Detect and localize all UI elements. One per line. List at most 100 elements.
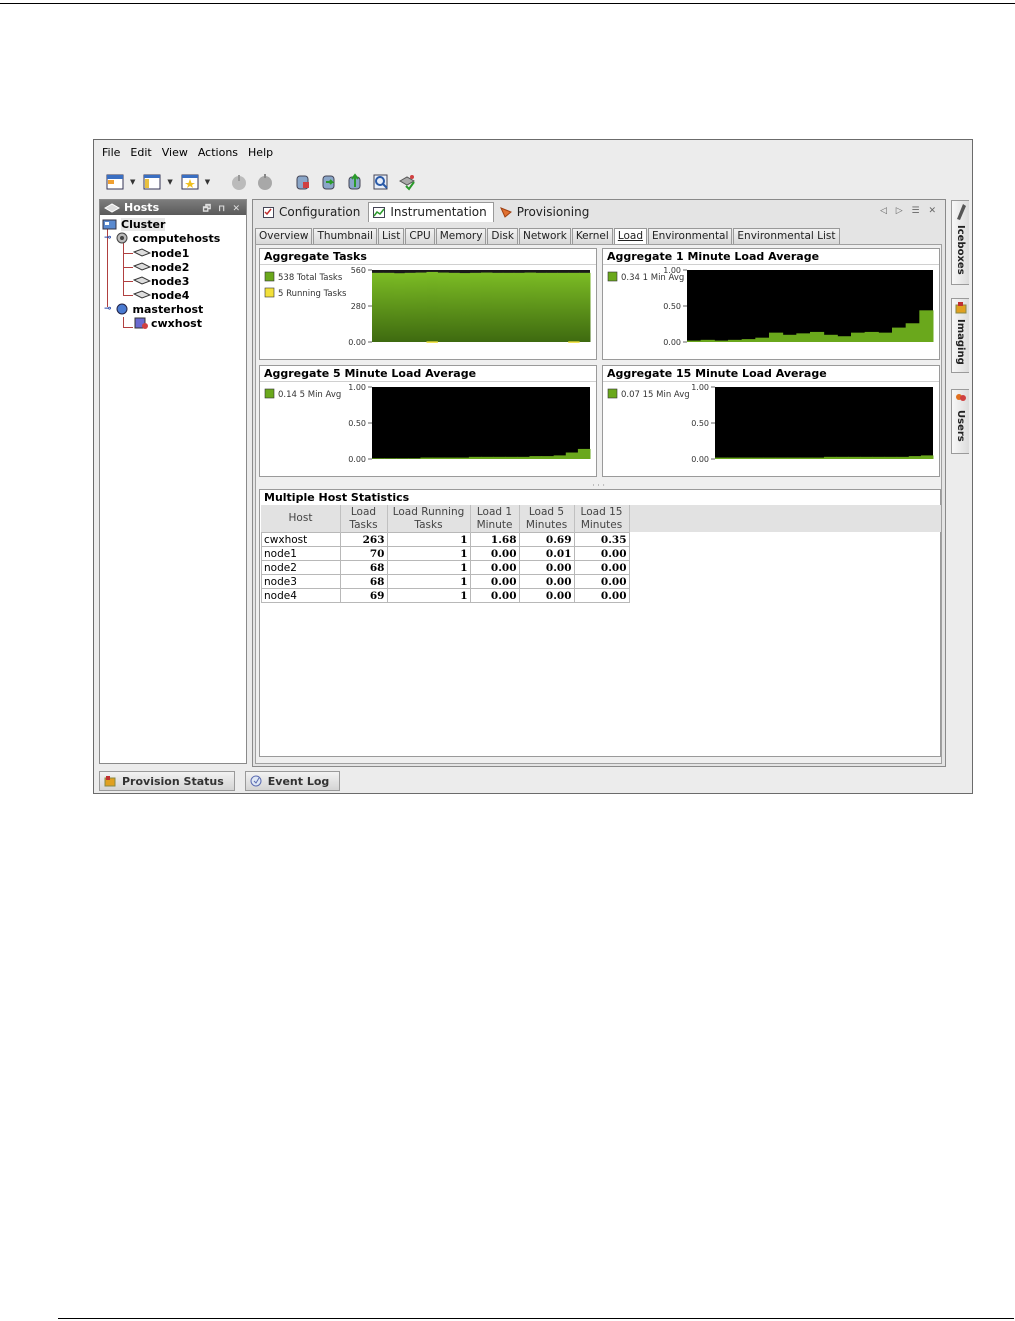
column-header[interactable]: Load 15 Minutes xyxy=(574,505,630,533)
host-icon xyxy=(104,202,120,213)
series-bar xyxy=(823,334,838,342)
tree-item-node2[interactable]: node2 xyxy=(133,260,189,274)
host-stats-table: Host Load Tasks Load Running Tasks Load 1 Minu… xyxy=(261,505,630,603)
legend-swatch xyxy=(264,271,275,282)
chevron-down-icon[interactable]: ▼ xyxy=(130,178,135,186)
tree-item-cwxhost[interactable]: cwxhost xyxy=(133,316,202,330)
column-header[interactable]: Load 5 Minutes xyxy=(519,505,575,533)
series-bar xyxy=(727,457,740,459)
host-cell: node1 xyxy=(261,546,341,561)
menu-actions[interactable]: Actions xyxy=(198,146,238,159)
series-bar xyxy=(529,456,543,459)
power-button[interactable] xyxy=(228,172,250,192)
search-button[interactable] xyxy=(370,172,392,192)
icebox-icon xyxy=(957,204,966,220)
series-bar xyxy=(848,456,861,459)
bottom-tab-bar: Provision Status Event Log xyxy=(99,771,350,791)
wizard-button[interactable] xyxy=(396,172,418,192)
upload-button[interactable] xyxy=(344,172,366,192)
series-bar xyxy=(565,452,579,459)
series-bar xyxy=(836,456,849,459)
subtab-kernel[interactable]: Kernel xyxy=(571,228,613,244)
tree-item-node3[interactable]: node3 xyxy=(133,274,189,288)
search-icon xyxy=(373,174,388,190)
tab-event-log[interactable]: Event Log xyxy=(244,771,341,791)
menu-file[interactable]: File xyxy=(102,146,120,159)
series-bar xyxy=(755,337,770,342)
new-window-button[interactable] xyxy=(104,172,126,192)
table-row[interactable]: node1 70 1 0.00 0.01 0.00 xyxy=(261,546,630,561)
column-header[interactable]: Load Running Tasks xyxy=(387,505,471,533)
subtab-cpu[interactable]: CPU xyxy=(405,228,435,244)
series-bar xyxy=(799,457,813,459)
subtab-load[interactable]: Load xyxy=(613,228,648,244)
column-header[interactable]: Load 1 Minute xyxy=(470,505,520,533)
series-bar xyxy=(372,458,385,459)
stat-cell: 0.00 xyxy=(469,560,520,575)
series-bar xyxy=(782,334,797,342)
stat-cell: 0.00 xyxy=(469,588,520,603)
series-bar xyxy=(700,339,715,342)
layout-button[interactable] xyxy=(141,172,163,192)
star-window-icon xyxy=(181,174,199,190)
tree-item-computehosts[interactable]: ⊸ computehosts xyxy=(104,231,220,245)
stat-cell: 0.01 xyxy=(518,546,575,561)
stat-cell: 1.68 xyxy=(469,532,520,547)
subtab-environmental[interactable]: Environmental xyxy=(648,228,733,244)
expand-toggle-icon[interactable]: ⊸ xyxy=(104,233,112,243)
subtab-network[interactable]: Network xyxy=(518,228,571,244)
view-nav-controls[interactable]: ◁ ▷ ☰ ✕ xyxy=(880,206,939,216)
subtab-thumbnail[interactable]: Thumbnail xyxy=(313,228,377,244)
series-bar xyxy=(384,458,397,459)
node-icon xyxy=(133,262,151,271)
tree-item-node1[interactable]: node1 xyxy=(133,246,189,260)
chevron-down-icon[interactable]: ▼ xyxy=(205,178,210,186)
tab-provision-status[interactable]: Provision Status xyxy=(99,771,235,791)
tree-item-cluster[interactable]: Cluster xyxy=(102,217,166,231)
menu-bar: File Edit View Actions Help xyxy=(94,140,972,165)
table-row[interactable]: node4 69 1 0.00 0.00 0.00 xyxy=(261,588,630,603)
stat-cell: 0.00 xyxy=(518,588,575,603)
series-bar xyxy=(437,272,449,342)
subtab-overview[interactable]: Overview xyxy=(255,228,313,244)
table-row[interactable]: cwxhost 263 1 1.68 0.69 0.35 xyxy=(261,532,630,547)
column-header[interactable]: Load Tasks xyxy=(340,505,388,533)
menu-help[interactable]: Help xyxy=(248,146,273,159)
subtab-memory[interactable]: Memory xyxy=(435,228,487,244)
side-tab-iceboxes[interactable]: Iceboxes xyxy=(951,200,969,285)
tab-configuration[interactable]: Configuration xyxy=(259,203,366,222)
subtab-disk[interactable]: Disk xyxy=(487,228,518,244)
series-bar xyxy=(396,458,409,459)
subtab-list[interactable]: List xyxy=(377,228,405,244)
stat-cell: 0.00 xyxy=(518,560,575,575)
menu-edit[interactable]: Edit xyxy=(130,146,151,159)
series-bar xyxy=(535,272,547,342)
series-bar xyxy=(908,456,922,459)
tree-item-node4[interactable]: node4 xyxy=(133,288,189,302)
chevron-down-icon[interactable]: ▼ xyxy=(167,178,172,186)
subtab-environmental-list[interactable]: Environmental List xyxy=(733,228,840,244)
menu-view[interactable]: View xyxy=(162,146,188,159)
favorites-button[interactable] xyxy=(179,172,201,192)
checklist-icon xyxy=(263,206,274,218)
series-bar xyxy=(577,448,591,459)
tree-item-masterhost[interactable]: ⊸ masterhost xyxy=(104,302,203,316)
table-row[interactable]: node2 68 1 0.00 0.00 0.00 xyxy=(261,560,630,575)
series-bar xyxy=(919,310,934,342)
main-panel: Configuration Instrumentation Provisioni… xyxy=(252,199,946,767)
sync-button[interactable] xyxy=(318,172,340,192)
chart-title: Aggregate 5 Minute Load Average xyxy=(260,366,596,382)
series-bar xyxy=(468,456,482,459)
column-header[interactable]: Host xyxy=(261,505,341,533)
tab-provisioning[interactable]: Provisioning xyxy=(496,203,596,222)
panel-controls[interactable]: 🗗 ⊓ ✕ xyxy=(203,201,242,217)
tab-instrumentation[interactable]: Instrumentation xyxy=(368,202,494,222)
side-tab-imaging[interactable]: Imaging xyxy=(951,298,969,373)
chart-icon xyxy=(373,206,386,218)
table-row[interactable]: node3 68 1 0.00 0.00 0.00 xyxy=(261,574,630,589)
side-tab-users[interactable]: Users xyxy=(951,389,969,454)
series-bar xyxy=(493,456,506,459)
expand-toggle-icon[interactable]: ⊸ xyxy=(104,304,112,314)
reboot-button[interactable] xyxy=(254,172,276,192)
database-button[interactable] xyxy=(292,172,314,192)
